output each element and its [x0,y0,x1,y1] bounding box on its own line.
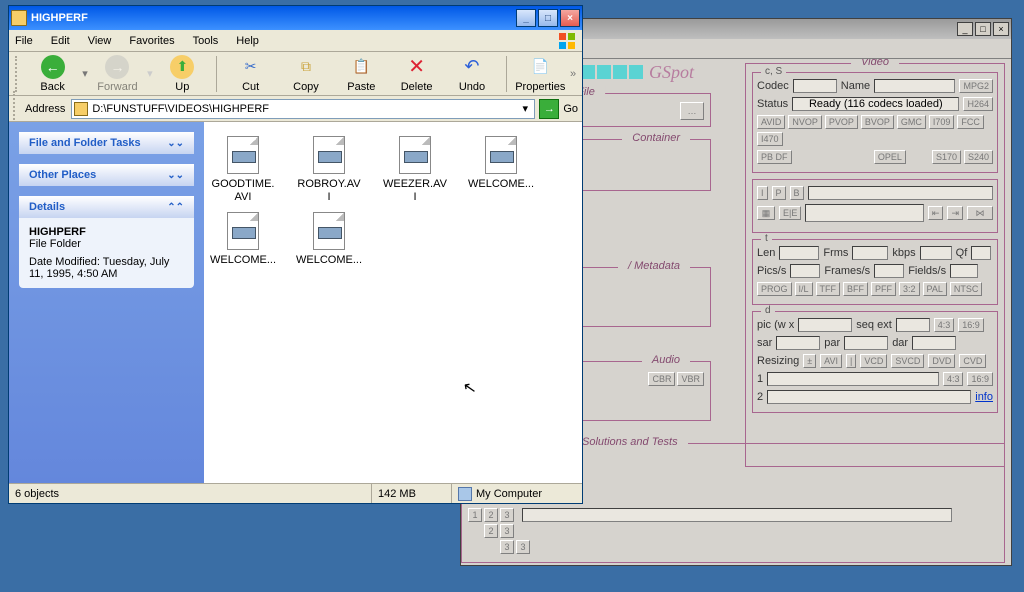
explorer-titlebar[interactable]: HIGHPERF _ □ × [9,6,582,30]
chevron-down-icon: ⌄⌄ [167,138,184,149]
up-button[interactable]: ⬆Up [157,53,208,95]
explorer-window: HIGHPERF _ □ × File Edit View Favorites … [8,5,583,504]
close-button[interactable]: × [560,9,580,27]
logo-area: GSpot [581,59,694,85]
video-file-icon [485,136,517,174]
menu-edit[interactable]: Edit [49,33,72,49]
maximize-button[interactable]: □ [538,9,558,27]
chevron-up-icon[interactable]: ⌃⌃ [167,202,184,213]
chevron-down-icon[interactable]: ▾ [518,102,532,115]
address-bar: Address D:\FUNSTUFF\VIDEOS\HIGHPERF ▾ → … [9,96,582,122]
cs-block: c, S Codec Name MPG2 Status Ready (116 c… [752,72,998,173]
video-file-icon [313,212,345,250]
video-group: Video c, S Codec Name MPG2 Status Ready … [745,63,1005,467]
container-group-label: Container [622,132,690,144]
file-item[interactable]: WELCOME... [210,212,276,267]
explorer-content: File and Folder Tasks⌄⌄ Other Places⌄⌄ D… [9,122,582,483]
other-places-panel[interactable]: Other Places⌄⌄ [19,164,194,186]
grid-icon[interactable]: ▦ [757,206,775,220]
address-input[interactable]: D:\FUNSTUFF\VIDEOS\HIGHPERF ▾ [71,99,535,119]
paste-button[interactable]: 📋Paste [336,53,387,95]
browse-button[interactable]: … [680,102,704,120]
ipb-block: IPB ▦ E|E ⇤⇥ ⋈ [752,179,998,233]
address-path: D:\FUNSTUFF\VIDEOS\HIGHPERF [92,103,518,115]
solutions-label: Solutions and Tests [572,436,688,448]
chip-cbr: CBR [648,372,675,386]
file-item[interactable]: WELCOME... [468,136,534,204]
copy-button[interactable]: ⧉Copy [280,53,331,95]
logo-text: GSpot [649,62,694,83]
details-panel: Details⌃⌃ HIGHPERF File Folder Date Modi… [19,196,194,288]
file-item[interactable]: ROBROY.AVI [296,136,362,204]
explorer-menubar: File Edit View Favorites Tools Help [9,30,582,52]
status-field: Ready (116 codecs loaded) [792,97,959,111]
files-view[interactable]: GOODTIME.AVI ROBROY.AVI WEEZER.AVI WELCO… [204,122,582,483]
name-field [874,79,955,93]
pad-3[interactable]: 3 [500,508,514,522]
audio-group-label: Audio [642,354,690,366]
video-file-icon [227,212,259,250]
details-name: HIGHPERF [29,226,184,238]
codec-field [793,79,837,93]
go-button[interactable]: → [539,99,559,119]
chip-vbr: VBR [677,372,704,386]
menu-view[interactable]: View [86,33,114,49]
status-objects: 6 objects [9,484,372,503]
pad-2[interactable]: 2 [484,508,498,522]
back-button[interactable]: ←Back [27,53,78,95]
address-label: Address [25,103,65,115]
file-item[interactable]: WELCOME... [296,212,362,267]
info-link[interactable]: info [975,391,993,403]
close-button[interactable]: × [993,22,1009,36]
delete-button[interactable]: ✕Delete [391,53,442,95]
forward-button[interactable]: →Forward [92,53,143,95]
windows-flag-icon [558,32,576,50]
chevron-down-icon: ⌄⌄ [167,170,184,181]
cut-button[interactable]: ✂Cut [225,53,276,95]
minimize-button[interactable]: _ [957,22,973,36]
properties-button[interactable]: 📄Properties [515,53,566,95]
undo-button[interactable]: ↶Undo [446,53,497,95]
video-file-icon [399,136,431,174]
menu-tools[interactable]: Tools [191,33,221,49]
menu-favorites[interactable]: Favorites [127,33,176,49]
details-type: File Folder [29,238,184,250]
video-file-icon [313,136,345,174]
menu-help[interactable]: Help [234,33,261,49]
folder-icon [11,10,27,26]
status-size: 142 MB [372,484,452,503]
computer-icon [458,487,472,501]
video-file-icon [227,136,259,174]
menu-file[interactable]: File [13,33,35,49]
maximize-button[interactable]: □ [975,22,991,36]
link-icon[interactable]: ⋈ [967,206,993,220]
details-modified: Date Modified: Tuesday, July 11, 1995, 4… [29,256,184,280]
t-block: t Len Frms kbps Qf Pics/s Frames/s Field… [752,239,998,305]
status-location: My Computer [452,484,582,503]
tasks-panel[interactable]: File and Folder Tasks⌄⌄ [19,132,194,154]
file-item[interactable]: GOODTIME.AVI [210,136,276,204]
status-bar: 6 objects 142 MB My Computer [9,483,582,503]
folder-icon [74,102,88,116]
explorer-toolbar: ←Back ▾ →Forward ▾ ⬆Up ✂Cut ⧉Copy 📋Paste… [9,52,582,96]
file-item[interactable]: WEEZER.AVI [382,136,448,204]
pad-1[interactable]: 1 [468,508,482,522]
window-title: HIGHPERF [31,12,516,24]
d-block: d pic (w x seq ext 4:3 16:9 sar par dar … [752,311,998,413]
video-group-label: Video [851,59,899,68]
sidebar: File and Folder Tasks⌄⌄ Other Places⌄⌄ D… [9,122,204,483]
metadata-group-label: / Metadata [618,260,690,272]
minimize-button[interactable]: _ [516,9,536,27]
go-label: Go [563,103,578,115]
